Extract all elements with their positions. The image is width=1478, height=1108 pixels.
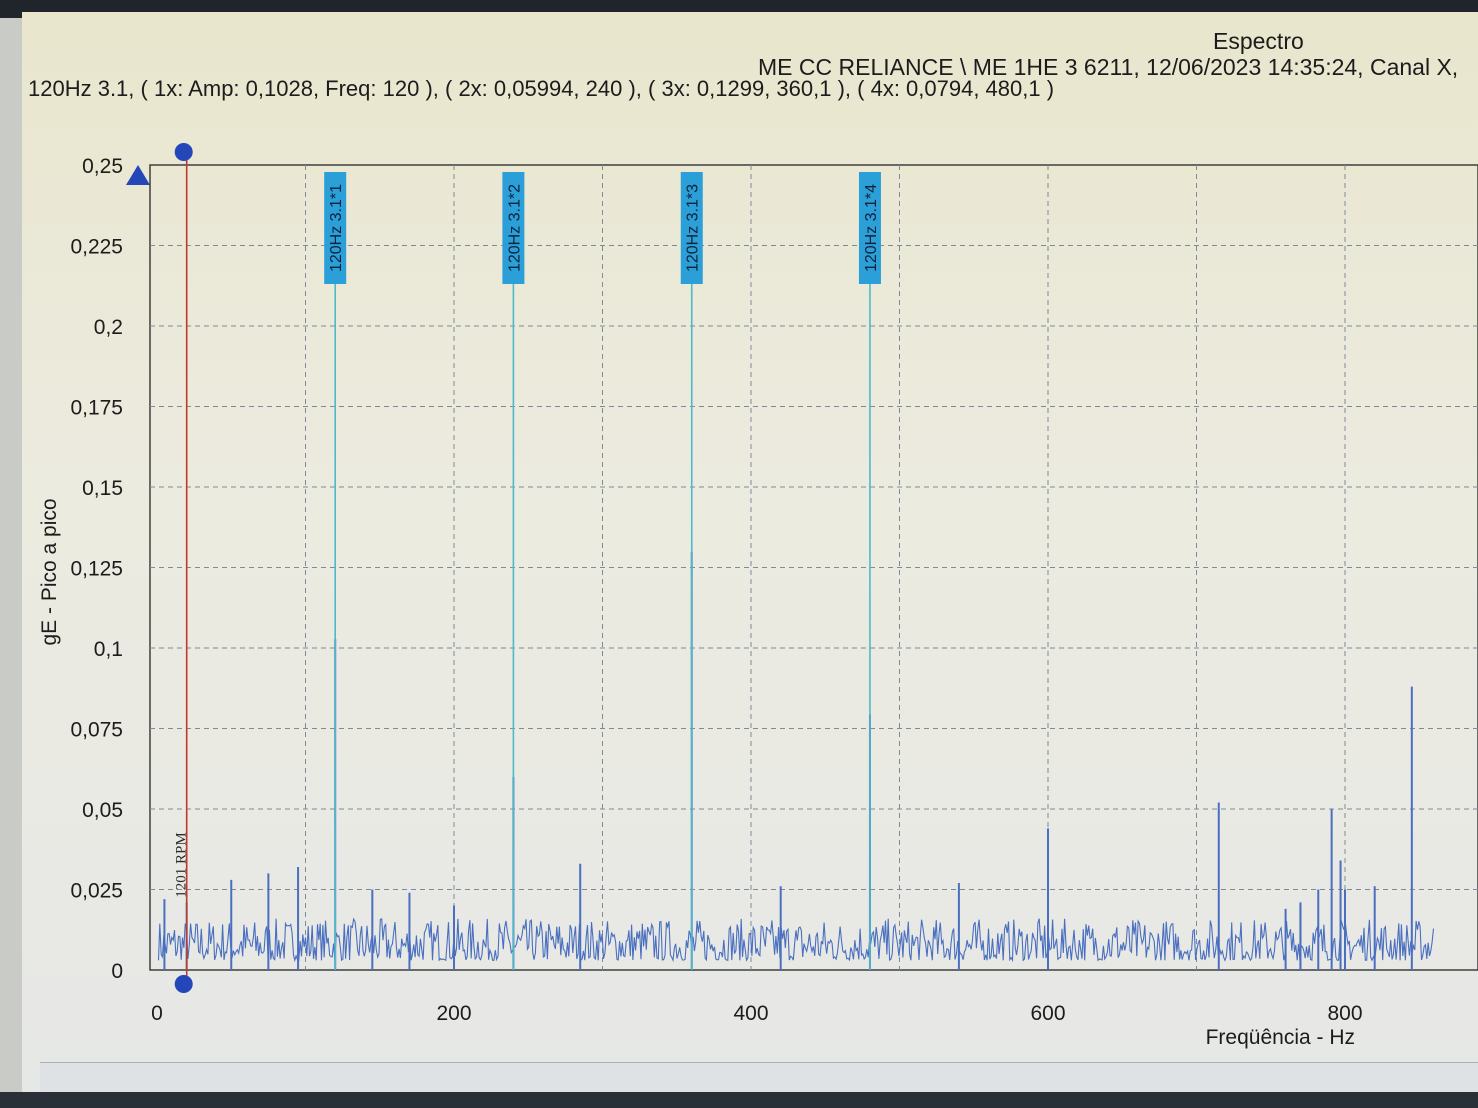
harmonic-marker-label: 120Hz 3.1*1 [328,184,345,272]
y-tick-label: 0,2 [94,316,123,339]
spectrum-chart[interactable]: 0 0,025 0,05 0,075 0,1 0,125 0,15 0,175 0,2 0,225… [0,0,1478,1108]
y-tick-label: 0,05 [82,799,123,822]
y-tick-label: 0,175 [70,397,123,420]
y-tick-label: 0,075 [70,719,123,742]
y-scale-marker [126,165,150,185]
harmonic-marker-label: 120Hz 3.1*3 [685,184,702,272]
rpm-cursor-handle-bottom [174,975,193,993]
spectrum-noise-trace [157,917,1435,963]
harmonic-marker-label: 120Hz 3.1*2 [506,184,523,272]
y-tick-label: 0,225 [70,236,123,259]
y-tick-label: 0,25 [82,155,123,178]
x-tick-label: 800 [1327,1002,1362,1025]
x-axis-label: Freqüência - Hz [1206,1026,1355,1049]
x-tick-label: 600 [1030,1002,1065,1025]
y-tick-label: 0,1 [94,638,123,661]
y-tick-label: 0,025 [70,880,123,903]
x-tick-label: 0 [151,1002,163,1025]
rpm-cursor-label: 1201 RPM [174,832,190,897]
x-tick-label: 400 [733,1002,768,1025]
y-tick-label: 0,15 [82,477,123,500]
y-tick-label: 0,125 [70,558,123,581]
y-tick-label: 0 [111,960,123,983]
harmonic-marker-label: 120Hz 3.1*4 [863,184,880,272]
rpm-cursor-handle-top [174,143,193,161]
x-tick-label: 200 [436,1002,471,1025]
y-axis-label: gE - Pico a pico [38,498,61,645]
